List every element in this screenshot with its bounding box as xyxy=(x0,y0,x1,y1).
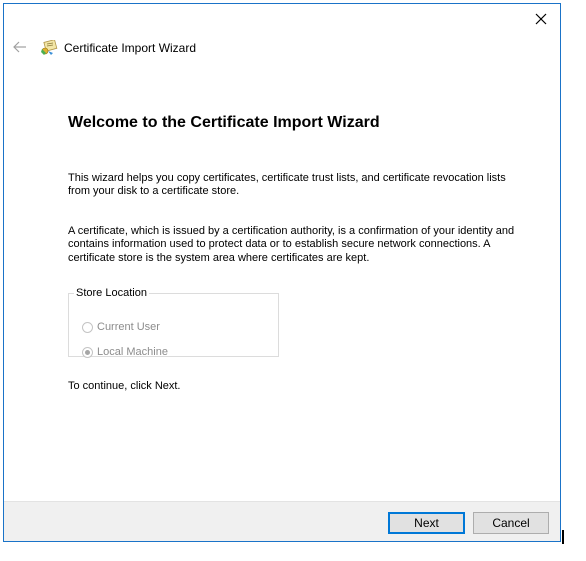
radio-button-selected[interactable] xyxy=(82,346,93,358)
screen: Certificate Import Wizard Welcome to the… xyxy=(0,0,586,561)
store-location-legend: Store Location xyxy=(76,287,147,299)
radio-label-current-user: Current User xyxy=(97,321,160,333)
radio-button-unselected[interactable] xyxy=(82,321,93,333)
next-button[interactable]: Next xyxy=(388,512,465,534)
certificate-icon xyxy=(41,40,58,55)
wizard-dialog: Certificate Import Wizard Welcome to the… xyxy=(3,3,561,542)
close-icon xyxy=(535,13,547,25)
store-location-group: Store Location Current User Local Machin… xyxy=(68,287,279,358)
cancel-button[interactable]: Cancel xyxy=(473,512,549,534)
text-cursor xyxy=(562,530,564,544)
radio-local-machine[interactable]: Local Machine xyxy=(82,346,168,358)
arrow-left-icon xyxy=(13,41,26,53)
page-heading: Welcome to the Certificate Import Wizard xyxy=(68,114,380,131)
radio-current-user[interactable]: Current User xyxy=(82,321,160,333)
radio-label-local-machine: Local Machine xyxy=(97,346,168,358)
close-button[interactable] xyxy=(526,6,556,32)
radio-dot xyxy=(85,349,90,355)
continue-instruction: To continue, click Next. xyxy=(68,380,181,392)
intro-text: This wizard helps you copy certificates,… xyxy=(68,172,506,198)
back-button[interactable] xyxy=(11,38,29,56)
button-bar: Next Cancel xyxy=(4,501,560,541)
wizard-title: Certificate Import Wizard xyxy=(64,41,197,55)
description-text: A certificate, which is issued by a cert… xyxy=(68,225,515,264)
